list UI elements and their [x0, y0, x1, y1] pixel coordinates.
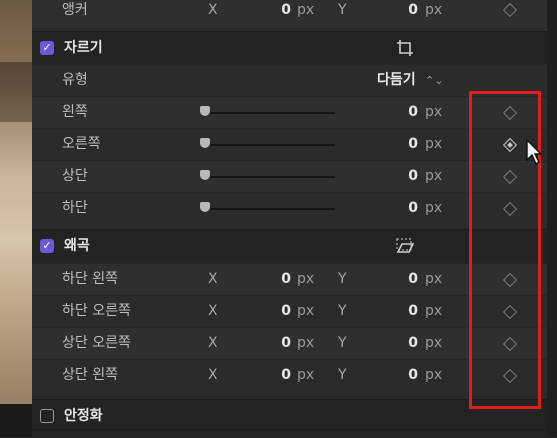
- crop-param-unit: px: [425, 104, 443, 120]
- distort-icon: [396, 238, 415, 253]
- crop-param-label: 오른쪽: [62, 136, 101, 152]
- x-axis-label: X: [208, 303, 218, 319]
- anchor-x-unit: px: [297, 2, 315, 18]
- x-unit: px: [297, 367, 315, 383]
- x-value[interactable]: 0: [231, 360, 291, 391]
- anchor-x-axis: X: [208, 2, 218, 18]
- x-value[interactable]: 0: [231, 296, 291, 327]
- distort-checkbox[interactable]: ✓: [40, 239, 54, 253]
- y-axis-label: Y: [338, 335, 347, 351]
- y-axis-label: Y: [338, 367, 347, 383]
- y-axis-label: Y: [338, 271, 347, 287]
- stabilize-checkbox[interactable]: ✓: [40, 409, 54, 423]
- slider-track[interactable]: [207, 144, 335, 146]
- x-value[interactable]: 0: [231, 328, 291, 359]
- crop-param-value[interactable]: 0: [358, 129, 418, 160]
- x-axis-label: X: [208, 367, 218, 383]
- x-unit: px: [297, 303, 315, 319]
- slider-knob[interactable]: [200, 170, 210, 180]
- crop-param-unit: px: [425, 168, 443, 184]
- slider-knob[interactable]: [200, 202, 210, 212]
- slider-track[interactable]: [207, 208, 335, 210]
- crop-checkbox[interactable]: ✓: [40, 41, 54, 55]
- crop-icon: [397, 40, 413, 56]
- crop-param-label: 상단: [62, 168, 88, 184]
- y-unit: px: [425, 335, 443, 351]
- keyframe-diamond-icon[interactable]: [502, 2, 518, 18]
- anchor-y-axis: Y: [338, 2, 347, 18]
- x-value[interactable]: 0: [231, 264, 291, 295]
- crop-section-header[interactable]: ✓ 자르기: [32, 31, 547, 65]
- crop-param-value[interactable]: 0: [358, 193, 418, 224]
- slider-knob[interactable]: [200, 138, 210, 148]
- y-unit: px: [425, 271, 443, 287]
- crop-param-label: 하단: [62, 200, 88, 216]
- slider-track[interactable]: [207, 112, 335, 114]
- y-value[interactable]: 0: [358, 264, 418, 295]
- anchor-y-unit: px: [425, 2, 443, 18]
- y-value[interactable]: 0: [358, 360, 418, 391]
- crop-param-label: 왼쪽: [62, 104, 88, 120]
- slider-track[interactable]: [207, 176, 335, 178]
- crop-type-select[interactable]: 다듬기: [377, 65, 416, 96]
- crop-type-label: 유형: [62, 72, 88, 88]
- chevron-updown-icon[interactable]: ⌃⌄: [425, 65, 443, 96]
- distort-param-label: 하단 오른쪽: [62, 303, 131, 319]
- x-unit: px: [297, 271, 315, 287]
- slider-knob[interactable]: [200, 106, 210, 116]
- crop-param-value[interactable]: 0: [358, 97, 418, 128]
- cursor-icon: [526, 138, 543, 166]
- crop-param-value[interactable]: 0: [358, 161, 418, 192]
- x-unit: px: [297, 335, 315, 351]
- y-axis-label: Y: [338, 303, 347, 319]
- anchor-row: 앵커 X 0 px Y 0 px: [32, 0, 547, 27]
- distort-param-label: 상단 왼쪽: [62, 367, 118, 383]
- crop-param-unit: px: [425, 136, 443, 152]
- distort-param-label: 상단 오른쪽: [62, 335, 131, 351]
- y-value[interactable]: 0: [358, 296, 418, 327]
- viewer-image-edge: [0, 0, 32, 437]
- crop-param-unit: px: [425, 200, 443, 216]
- distort-param-label: 하단 왼쪽: [62, 271, 118, 287]
- x-axis-label: X: [208, 271, 218, 287]
- anchor-x-value[interactable]: 0: [231, 0, 291, 26]
- x-axis-label: X: [208, 335, 218, 351]
- scrollbar[interactable]: [547, 0, 557, 437]
- y-unit: px: [425, 303, 443, 319]
- anchor-label: 앵커: [62, 2, 88, 18]
- y-unit: px: [425, 367, 443, 383]
- anchor-y-value[interactable]: 0: [358, 0, 418, 26]
- distort-title: 왜곡: [64, 238, 90, 254]
- crop-title: 자르기: [64, 40, 103, 56]
- viewer-background: [0, 404, 32, 437]
- y-value[interactable]: 0: [358, 328, 418, 359]
